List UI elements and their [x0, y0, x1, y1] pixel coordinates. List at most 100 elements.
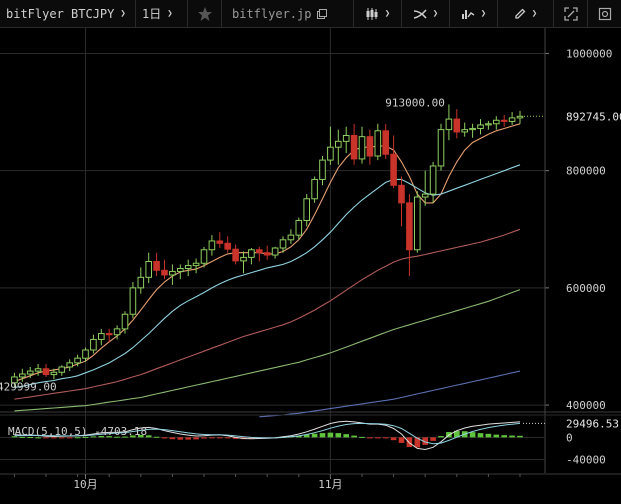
macd-panel: 0 -40000 29496.53 MACD(5,10,5) -4703.18	[0, 414, 621, 466]
candle	[319, 156, 326, 186]
chevron-down-icon: ❯	[432, 8, 439, 19]
snapshot-button[interactable]	[588, 0, 621, 27]
candle-body	[461, 129, 468, 133]
price-tick-label: 800000	[566, 165, 606, 178]
candle-body	[42, 368, 50, 376]
candle	[335, 129, 342, 165]
chart-toolbar: bitFlyer BTCJPY ❯ 1日 ❯ bitflyer.jp ❯ ❯ ❯	[0, 0, 621, 28]
symbol-selector[interactable]: bitFlyer BTCJPY ❯	[0, 0, 136, 27]
expand-icon	[563, 6, 578, 21]
candle-body	[342, 134, 350, 142]
candle-body	[445, 118, 453, 131]
candle-body	[279, 239, 287, 249]
symbol-label: bitFlyer BTCJPY	[6, 6, 115, 21]
price-tick-label: 600000	[566, 282, 606, 295]
candle-body	[500, 119, 508, 122]
indicator-icon	[413, 8, 427, 20]
fullscreen-button[interactable]	[554, 0, 588, 27]
macd-histogram-bar	[217, 437, 223, 439]
macd-histogram-bar	[224, 437, 231, 439]
candle-body	[240, 256, 247, 262]
compare-icon	[461, 8, 475, 20]
candle-body	[263, 252, 271, 256]
candle	[358, 126, 366, 164]
candle-body	[327, 146, 334, 161]
candle-body	[421, 193, 429, 198]
candle	[98, 328, 105, 346]
candle-body	[169, 270, 176, 276]
current-price-label: 892745.00	[566, 110, 621, 123]
candle-body	[358, 136, 366, 160]
macd-histogram-bar	[430, 437, 436, 441]
candle	[184, 259, 192, 277]
candle	[287, 229, 295, 244]
candle-body	[184, 265, 192, 270]
candle	[42, 364, 50, 377]
candle-body	[153, 260, 160, 271]
candle	[271, 246, 279, 259]
candle-body	[161, 269, 168, 276]
indicators-selector[interactable]: ❯	[402, 0, 450, 27]
candle-body	[192, 262, 200, 267]
candle	[240, 251, 247, 274]
time-tick-label: 10月	[73, 478, 97, 491]
candle	[342, 126, 350, 154]
macd-histogram-bar	[201, 437, 207, 439]
compare-selector[interactable]: ❯	[450, 0, 498, 27]
macd-histogram-bar	[351, 435, 357, 438]
candle-body	[271, 247, 279, 256]
candle-body	[121, 313, 129, 330]
macd-histogram-bar	[343, 434, 349, 438]
candle-body	[145, 260, 152, 278]
macd-histogram-bar	[501, 435, 507, 438]
candle	[469, 123, 476, 138]
candle	[382, 123, 389, 159]
candle	[429, 161, 437, 203]
candlestick-icon	[365, 7, 379, 21]
macd-histogram-bar	[382, 437, 389, 439]
macd-histogram-bar	[193, 437, 199, 440]
chevron-down-icon: ❯	[531, 8, 538, 19]
site-link[interactable]: bitflyer.jp	[222, 0, 354, 27]
candle	[398, 176, 405, 227]
candle-body	[208, 240, 216, 251]
candle-body	[398, 184, 405, 204]
candle	[485, 120, 492, 130]
drawing-tools-selector[interactable]: ❯	[498, 0, 554, 27]
favorite-button[interactable]	[188, 0, 222, 27]
candle	[192, 258, 200, 274]
candle-body	[437, 129, 445, 167]
chevron-down-icon: ❯	[120, 8, 126, 19]
macd-histogram-bar	[153, 436, 160, 438]
candle	[161, 259, 168, 280]
time-tick-label: 11月	[318, 478, 342, 491]
external-link-icon	[317, 8, 328, 19]
candle-body	[303, 198, 310, 221]
chart-type-selector[interactable]: ❯	[354, 0, 402, 27]
macd-histogram-bar	[367, 437, 373, 439]
interval-selector[interactable]: 1日 ❯	[136, 0, 188, 27]
candle-body	[50, 371, 58, 376]
price-chart[interactable]: 400000 600000 800000 1000000 913000.00 42999…	[0, 28, 621, 504]
candle	[208, 235, 216, 256]
camera-icon	[598, 7, 612, 21]
candle	[453, 109, 461, 139]
candle-body	[477, 124, 484, 129]
time-axis: 10月 11月	[0, 473, 621, 491]
candle-body	[493, 119, 500, 125]
moving-average-line	[259, 370, 521, 418]
candle-body	[374, 130, 382, 157]
candle-body	[311, 178, 318, 200]
low-price-label: 429999.00	[0, 380, 57, 393]
candle	[303, 194, 310, 227]
candle-body	[90, 338, 97, 351]
candle-body	[382, 130, 389, 155]
candle	[327, 126, 334, 165]
macd-histogram-bar	[390, 437, 397, 441]
candle	[493, 116, 500, 130]
candle-body	[82, 349, 89, 359]
candle-body	[508, 117, 516, 122]
high-price-label: 913000.00	[385, 96, 445, 109]
candle	[66, 359, 74, 372]
candle-body	[335, 140, 342, 148]
